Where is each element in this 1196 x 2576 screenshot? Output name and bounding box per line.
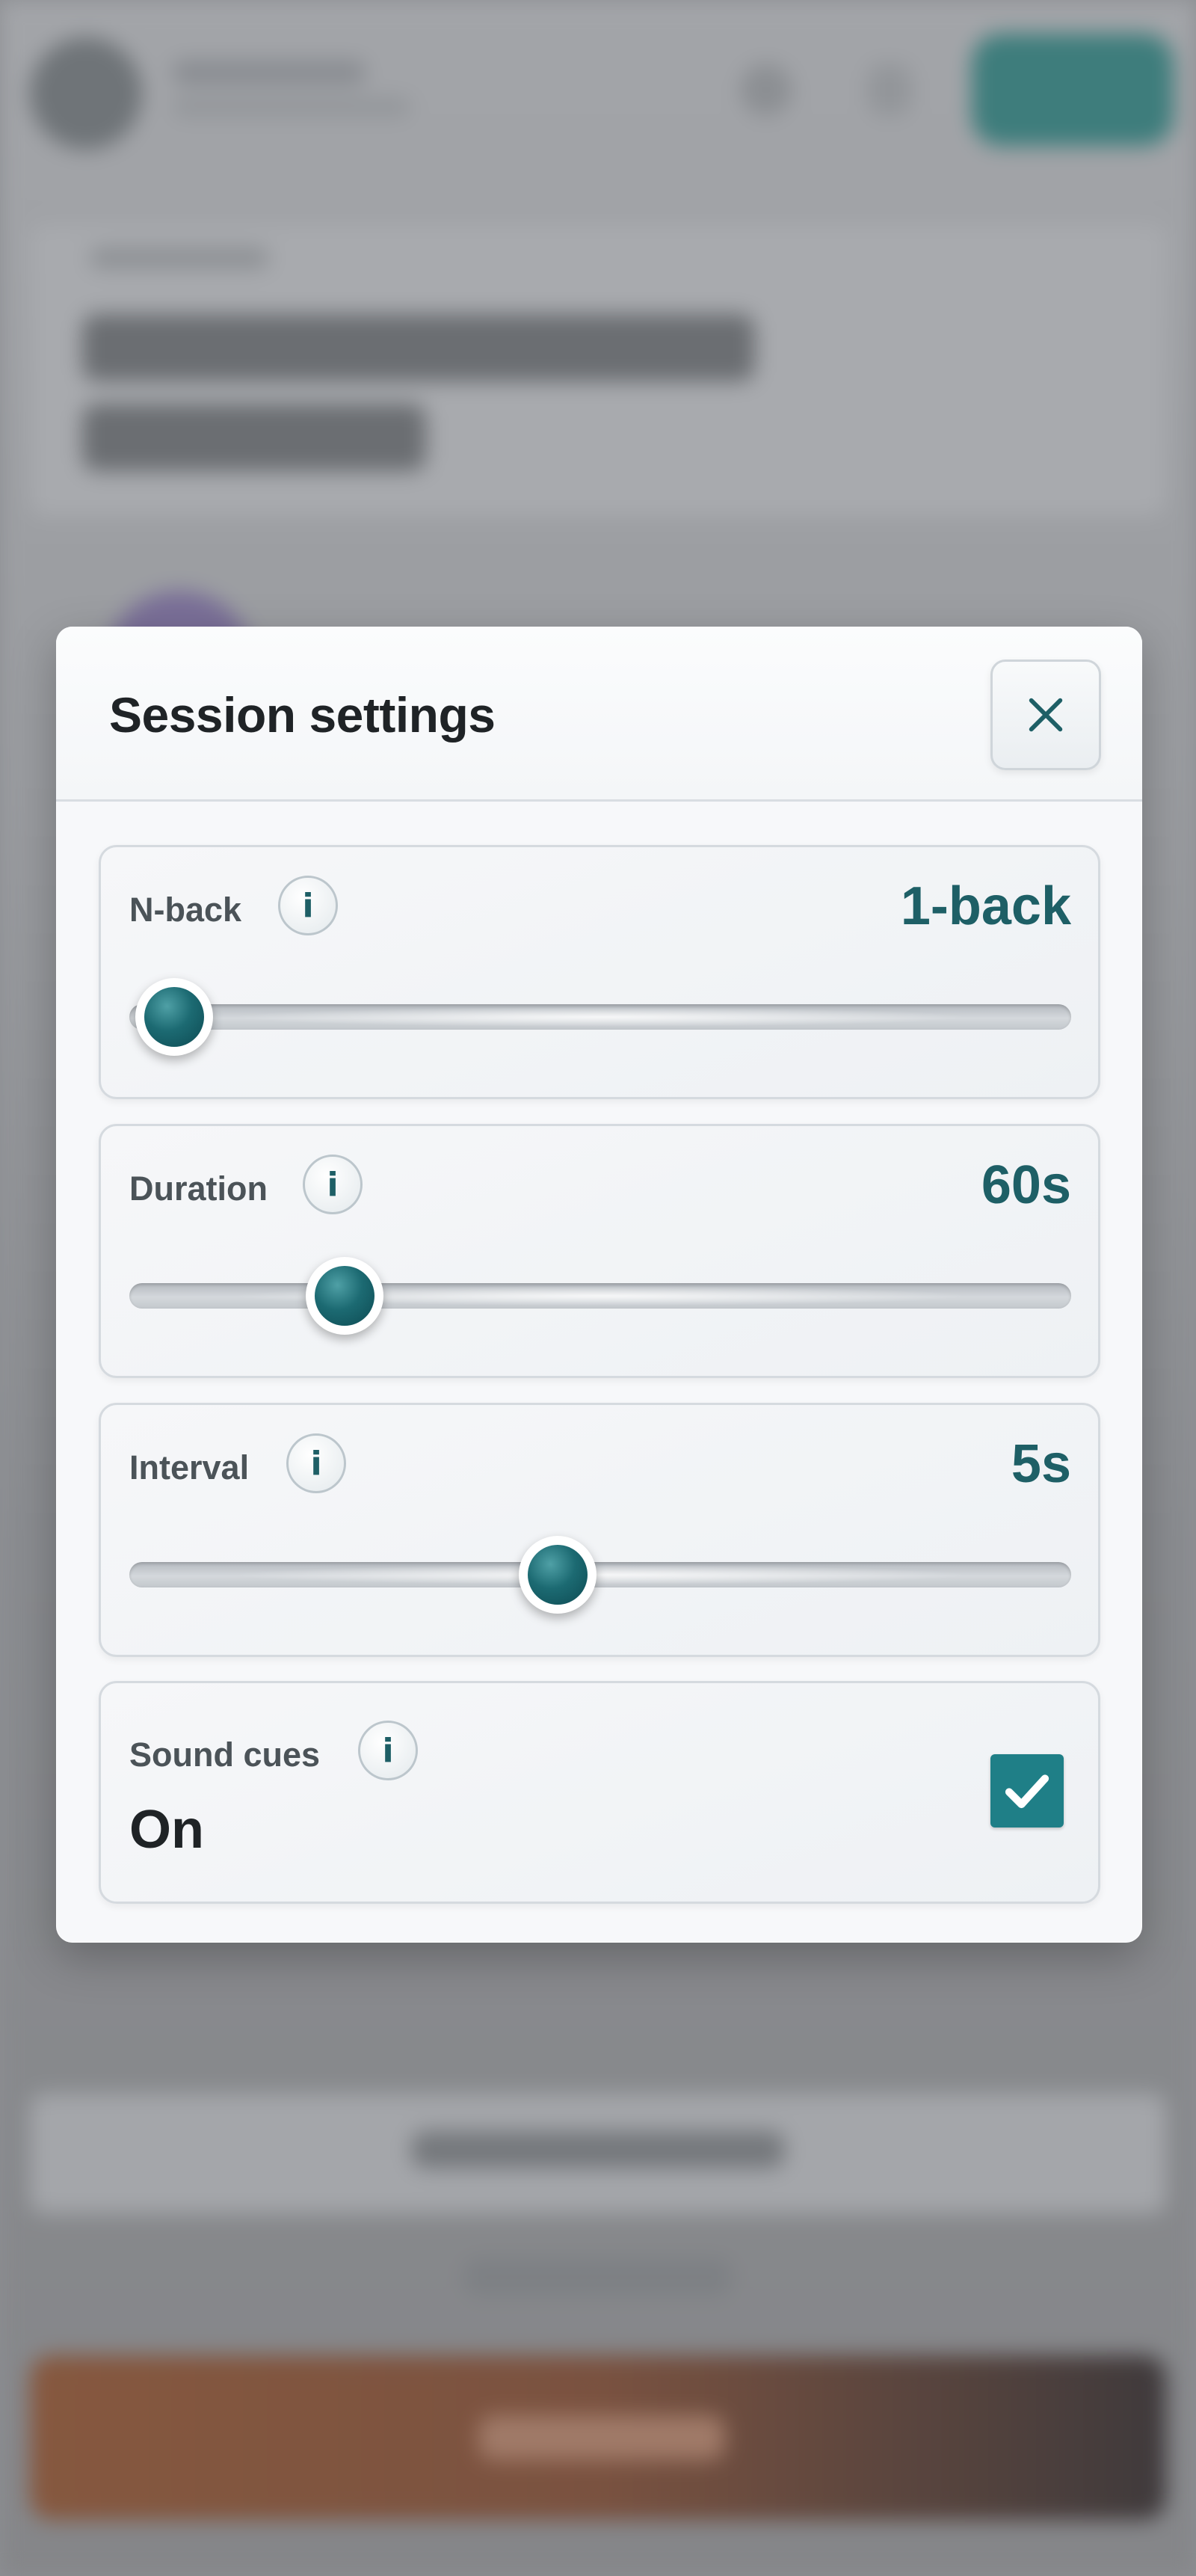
- interval-value: 5s: [1011, 1434, 1071, 1494]
- nback-value: 1-back: [900, 876, 1071, 936]
- sound-cues-label: Sound cues: [129, 1736, 321, 1774]
- background-heading: [82, 314, 755, 381]
- checkmark-icon: [1005, 1774, 1049, 1809]
- background-subtext: [463, 2258, 733, 2296]
- sound-cues-info-icon[interactable]: i: [358, 1721, 418, 1780]
- modal-header: Session settings: [56, 627, 1142, 802]
- duration-info-icon[interactable]: i: [303, 1155, 363, 1214]
- nback-label: N-back: [129, 891, 242, 929]
- nback-slider-thumb[interactable]: [135, 978, 213, 1056]
- modal-title: Session settings: [109, 687, 496, 743]
- nback-setting-card: N-back i 1-back: [99, 845, 1100, 1099]
- sound-cues-value: On: [129, 1800, 204, 1860]
- background-bottom-button-text: [478, 2415, 725, 2460]
- sound-cues-setting-card: Sound cues i On: [99, 1681, 1100, 1904]
- interval-slider-thumb[interactable]: [519, 1536, 597, 1614]
- interval-label: Interval: [129, 1448, 250, 1487]
- duration-slider-thumb[interactable]: [306, 1257, 383, 1335]
- interval-slider-track[interactable]: [129, 1562, 1071, 1587]
- background-heading: [82, 404, 426, 471]
- background-header-icon: [867, 64, 912, 116]
- close-button[interactable]: [990, 660, 1101, 770]
- sound-cues-checkbox[interactable]: [990, 1754, 1064, 1828]
- session-settings-modal: Session settings N-back i 1-back Duratio…: [56, 627, 1142, 1943]
- nback-slider-track[interactable]: [129, 1004, 1071, 1030]
- background-breadcrumb: [90, 247, 269, 269]
- nback-info-icon[interactable]: i: [278, 876, 338, 935]
- duration-setting-card: Duration i 60s: [99, 1124, 1100, 1378]
- background-header-icon: [740, 64, 792, 116]
- interval-info-icon[interactable]: i: [286, 1433, 346, 1493]
- background-header-button: [972, 34, 1174, 146]
- background-brand-text: [172, 60, 366, 85]
- background-row-text: [411, 2131, 785, 2168]
- duration-value: 60s: [981, 1155, 1071, 1215]
- interval-setting-card: Interval i 5s: [99, 1403, 1100, 1657]
- duration-slider-track[interactable]: [129, 1283, 1071, 1309]
- duration-label: Duration: [129, 1169, 268, 1208]
- background-logo: [30, 37, 142, 150]
- close-icon: [1029, 698, 1063, 732]
- background-brand-subtext: [172, 97, 411, 117]
